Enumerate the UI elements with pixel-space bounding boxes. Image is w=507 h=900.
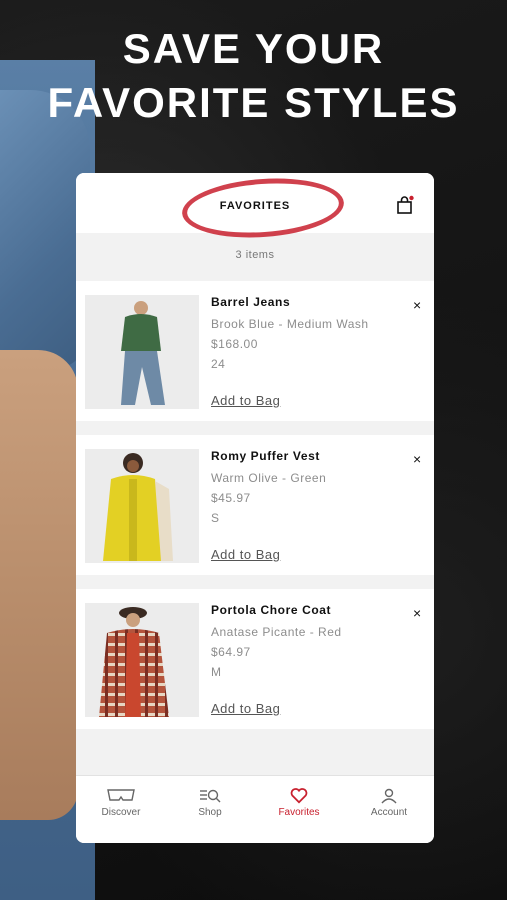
favorite-item: Portola Chore Coat Anatase Picante - Red… — [76, 589, 434, 729]
tab-label: Shop — [198, 807, 222, 818]
shop-search-icon — [200, 789, 221, 803]
tab-label: Discover — [101, 807, 141, 818]
product-price: $64.97 — [211, 645, 251, 659]
product-color: Brook Blue - Medium Wash — [211, 317, 369, 331]
tab-account[interactable]: Account — [344, 788, 434, 818]
product-image-portola-chore-coat[interactable] — [85, 603, 199, 717]
heart-icon — [290, 788, 308, 804]
tab-discover[interactable]: Discover — [76, 788, 166, 818]
product-color: Warm Olive - Green — [211, 471, 327, 485]
product-size: 24 — [211, 357, 226, 371]
product-price: $45.97 — [211, 491, 251, 505]
item-count: 3 items — [235, 249, 275, 261]
page-title: FAVORITES — [219, 200, 291, 212]
product-price: $168.00 — [211, 337, 258, 351]
tab-shop[interactable]: Shop — [165, 788, 255, 818]
favorite-item: Barrel Jeans Brook Blue - Medium Wash $1… — [76, 281, 434, 421]
favorites-header: FAVORITES — [76, 173, 434, 243]
add-to-bag-button[interactable]: Add to Bag — [211, 393, 280, 408]
product-size: M — [211, 665, 222, 679]
bottom-tab-bar: Discover Shop Favorites Account — [76, 775, 434, 843]
remove-item-icon[interactable]: × — [413, 297, 421, 313]
app-screen: FAVORITES 3 items Barrel Jeans Brook Blu… — [76, 173, 434, 843]
favorite-item: Romy Puffer Vest Warm Olive - Green $45.… — [76, 435, 434, 575]
product-color: Anatase Picante - Red — [211, 625, 342, 639]
discover-icon — [107, 789, 135, 801]
add-to-bag-button[interactable]: Add to Bag — [211, 701, 280, 716]
tab-label: Account — [370, 807, 408, 818]
headline-line-1: SAVE YOUR — [122, 25, 385, 72]
product-size: S — [211, 511, 220, 525]
remove-item-icon[interactable]: × — [413, 451, 421, 467]
product-name[interactable]: Barrel Jeans — [211, 295, 290, 309]
shopping-bag-icon[interactable] — [396, 195, 414, 215]
account-icon — [381, 788, 397, 804]
tab-favorites[interactable]: Favorites — [254, 788, 344, 818]
tab-label: Favorites — [278, 807, 320, 818]
headline-line-2: FAVORITE STYLES — [47, 79, 460, 126]
promo-headline: SAVE YOUR FAVORITE STYLES — [0, 22, 507, 130]
product-name[interactable]: Romy Puffer Vest — [211, 449, 320, 463]
product-image-romy-puffer-vest[interactable] — [85, 449, 199, 563]
remove-item-icon[interactable]: × — [413, 605, 421, 621]
add-to-bag-button[interactable]: Add to Bag — [211, 547, 280, 562]
product-image-barrel-jeans[interactable] — [85, 295, 199, 409]
product-name[interactable]: Portola Chore Coat — [211, 603, 331, 617]
background-arm — [0, 350, 78, 820]
